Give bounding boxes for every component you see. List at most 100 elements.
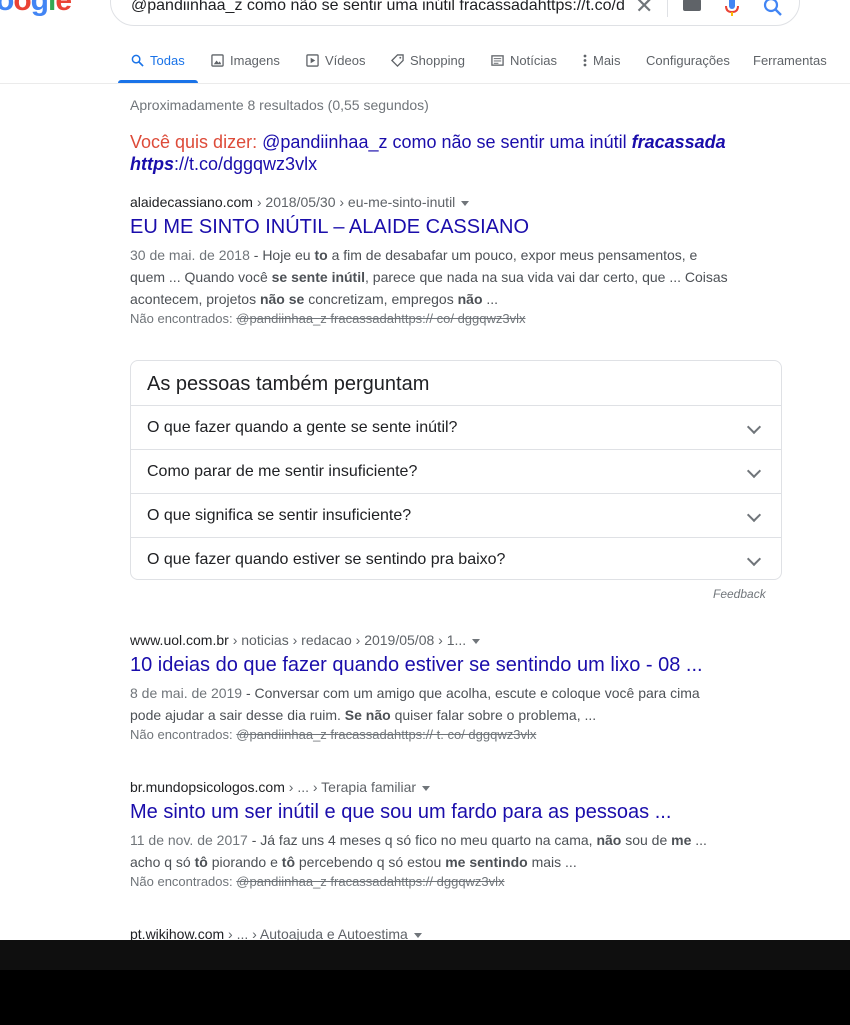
missing-terms: Não encontrados: @pandiinhaa_z fracassad… xyxy=(130,873,720,891)
result-path: › ... › Terapia familiar xyxy=(284,779,417,795)
did-you-mean-label: Você quis dizer: xyxy=(130,132,258,152)
result-date: 30 de mai. de 2018 xyxy=(130,247,250,263)
snippet-bold: to xyxy=(314,247,328,263)
caret-down-icon[interactable] xyxy=(413,932,422,938)
active-tab-indicator xyxy=(118,80,198,83)
paa-question-text: Como parar de me sentir insuficiente? xyxy=(147,463,418,480)
tab-label: Configurações xyxy=(646,53,730,68)
snippet-text: ... xyxy=(482,291,499,307)
snippet-text: quiser falar sobre o problema, ... xyxy=(390,707,597,723)
caret-down-icon[interactable] xyxy=(461,200,470,206)
search-result: br.mundopsicologos.com › ... › Terapia f… xyxy=(130,778,720,891)
result-snippet: 30 de mai. de 2018 - Hoje eu to a fim de… xyxy=(130,244,730,310)
people-also-ask: As pessoas também perguntam O que fazer … xyxy=(130,360,782,580)
snippet-bold: me sentindo xyxy=(445,854,528,870)
result-url[interactable]: www.uol.com.br › noticias › redacao › 20… xyxy=(130,631,720,649)
suggestion-bold: fracassada xyxy=(631,132,726,152)
chevron-down-icon xyxy=(746,507,762,523)
snippet-bold: não se xyxy=(259,291,305,307)
search-tabs: Todas Imagens Vídeos Shopping Notícias M… xyxy=(0,40,850,84)
paa-question[interactable]: O que fazer quando estiver se sentindo p… xyxy=(131,537,781,582)
caret-down-icon[interactable] xyxy=(472,638,481,644)
result-date: 11 de nov. de 2017 xyxy=(130,832,248,848)
search-icon[interactable] xyxy=(763,0,783,17)
close-icon[interactable]: ✕ xyxy=(635,0,653,19)
caret-down-icon[interactable] xyxy=(422,785,431,791)
feedback-link[interactable]: Feedback xyxy=(713,587,766,601)
missing-terms-list: @pandiinhaa_z fracassadahttps:// co/ dgg… xyxy=(236,311,526,326)
more-vert-icon xyxy=(583,54,587,67)
tab-mais[interactable]: Mais xyxy=(583,53,620,68)
result-url[interactable]: br.mundopsicologos.com › ... › Terapia f… xyxy=(130,778,720,796)
result-path: › 2018/05/30 › eu-me-sinto-inutil xyxy=(252,194,456,210)
tab-label: Notícias xyxy=(510,53,557,68)
result-title[interactable]: 10 ideias do que fazer quando estiver se… xyxy=(130,652,720,678)
result-url[interactable]: alaidecassiano.com › 2018/05/30 › eu-me-… xyxy=(130,193,720,211)
snippet-text: - Já faz uns 4 meses q só fico no meu qu… xyxy=(247,832,597,848)
tab-imagens[interactable]: Imagens xyxy=(211,53,280,68)
tab-label: Shopping xyxy=(410,53,465,68)
chevron-down-icon xyxy=(746,551,762,567)
search-box[interactable]: @pandiinhaa_z como não se sentir uma inú… xyxy=(110,0,800,26)
suggestion-text: ://t.co/dggqwz3vlx xyxy=(174,154,318,174)
suggestion-text: @pandiinhaa_z como não se sentir uma inú… xyxy=(262,132,627,152)
missing-label: Não encontrados: xyxy=(130,727,233,742)
tab-label: Todas xyxy=(150,53,185,68)
logo-letter: e xyxy=(55,0,72,17)
search-result: www.uol.com.br › noticias › redacao › 20… xyxy=(130,631,720,744)
chevron-down-icon xyxy=(746,419,762,435)
keyboard-icon[interactable] xyxy=(683,0,701,11)
missing-terms-list: @pandiinhaa_z fracassadahttps:// t. co/ … xyxy=(236,727,537,742)
search-result: alaidecassiano.com › 2018/05/30 › eu-me-… xyxy=(130,193,728,328)
paa-question-text: O que fazer quando estiver se sentindo p… xyxy=(147,551,506,568)
logo-letter: g xyxy=(30,0,49,17)
tab-noticias[interactable]: Notícias xyxy=(491,53,557,68)
news-icon xyxy=(491,55,504,66)
snippet-bold: tô xyxy=(194,854,208,870)
paa-question-text: O que significa se sentir insuficiente? xyxy=(147,507,412,524)
snippet-bold: me xyxy=(671,832,692,848)
result-path: › noticias › redacao › 2019/05/08 › 1... xyxy=(228,632,467,648)
paa-question[interactable]: Como parar de me sentir insuficiente? xyxy=(131,449,781,494)
snippet-text: piorando e xyxy=(207,854,282,870)
snippet-text: mais ... xyxy=(527,854,577,870)
tab-label: Ferramentas xyxy=(753,53,827,68)
result-title[interactable]: Me sinto um ser inútil e que sou um fard… xyxy=(130,799,720,825)
snippet-bold: não xyxy=(596,832,622,848)
tab-label: Mais xyxy=(593,53,621,68)
tab-shopping[interactable]: Shopping xyxy=(391,53,465,68)
search-input[interactable]: @pandiinhaa_z como não se sentir uma inú… xyxy=(131,0,629,15)
paa-title: As pessoas também perguntam xyxy=(147,373,430,395)
tab-ferramentas[interactable]: Ferramentas xyxy=(753,53,827,68)
search-icon xyxy=(131,54,144,67)
result-title[interactable]: EU ME SINTO INÚTIL – ALAIDE CASSIANO xyxy=(130,214,720,240)
result-domain: alaidecassiano.com xyxy=(130,194,253,210)
result-domain: www.uol.com.br xyxy=(130,632,229,648)
snippet-text: sou de xyxy=(621,832,672,848)
snippet-text: percebendo q só estou xyxy=(295,854,446,870)
logo-letter: o xyxy=(13,0,31,17)
missing-terms: Não encontrados: @pandiinhaa_z fracassad… xyxy=(130,310,720,328)
paa-question-text: O que fazer quando a gente se sente inút… xyxy=(147,419,458,436)
paa-question[interactable]: O que fazer quando a gente se sente inút… xyxy=(131,405,781,450)
logo-letter: o xyxy=(0,0,14,17)
tab-todas[interactable]: Todas xyxy=(131,53,185,68)
taskbar-area xyxy=(0,940,850,1025)
missing-terms: Não encontrados: @pandiinhaa_z fracassad… xyxy=(130,726,720,744)
google-logo[interactable]: oogle xyxy=(0,0,72,18)
result-stats: Aproximadamente 8 resultados (0,55 segun… xyxy=(130,97,429,113)
result-date: 8 de mai. de 2019 xyxy=(130,685,243,701)
snippet-text: - Hoje eu xyxy=(249,247,315,263)
video-icon xyxy=(306,54,319,67)
snippet-bold: Se não xyxy=(344,707,391,723)
result-snippet: 11 de nov. de 2017 - Já faz uns 4 meses … xyxy=(130,829,730,873)
snippet-text: concretizam, empregos xyxy=(304,291,458,307)
result-snippet: 8 de mai. de 2019 - Conversar com um ami… xyxy=(130,682,730,726)
tab-configuracoes[interactable]: Configurações xyxy=(646,53,730,68)
tab-label: Vídeos xyxy=(325,53,366,68)
tab-videos[interactable]: Vídeos xyxy=(306,53,365,68)
missing-label: Não encontrados: xyxy=(130,874,233,889)
microphone-icon[interactable] xyxy=(725,0,739,17)
paa-question[interactable]: O que significa se sentir insuficiente? xyxy=(131,493,781,538)
did-you-mean: Você quis dizer: @pandiinhaa_z como não … xyxy=(130,131,770,175)
